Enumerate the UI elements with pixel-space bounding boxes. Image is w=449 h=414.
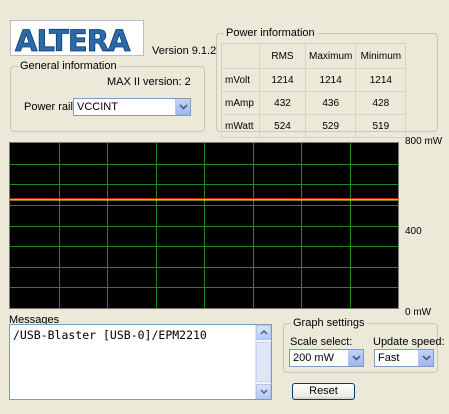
scroll-up-icon[interactable] bbox=[256, 325, 271, 340]
min-value: 519 bbox=[355, 114, 407, 138]
power-rail-select[interactable]: VCCINT bbox=[73, 98, 191, 116]
reset-button[interactable]: Reset bbox=[292, 383, 355, 400]
update-speed-select[interactable]: Fast bbox=[374, 349, 434, 367]
rms-value: 524 bbox=[259, 114, 306, 138]
min-value: 1214 bbox=[355, 68, 407, 92]
message-line: /USB-Blaster [USB-0]/EPM2210 bbox=[13, 328, 207, 342]
max-value: 1214 bbox=[304, 68, 357, 92]
y-axis-mid-label: 400 bbox=[405, 226, 422, 237]
row-label: mWatt bbox=[221, 114, 260, 138]
altera-logo: ALTERA bbox=[10, 20, 144, 56]
update-speed-label: Update speed: bbox=[373, 336, 445, 348]
table-row: mAmp 432 436 428 bbox=[221, 91, 407, 115]
logo-wordmark: ALTERA bbox=[15, 24, 131, 56]
graph-settings-title: Graph settings bbox=[291, 317, 367, 329]
table-row: mVolt 1214 1214 1214 bbox=[221, 68, 407, 92]
version-label: Version 9.1.2 bbox=[152, 45, 217, 57]
row-label: mAmp bbox=[221, 91, 260, 115]
power-rail-value: VCCINT bbox=[77, 101, 118, 113]
scale-select-label: Scale select: bbox=[290, 336, 353, 348]
rms-value: 432 bbox=[259, 91, 306, 115]
column-header-minimum: Minimum bbox=[355, 43, 407, 69]
power-rail-label: Power rail: bbox=[24, 101, 76, 113]
chevron-down-icon[interactable] bbox=[418, 350, 433, 366]
chevron-down-icon[interactable] bbox=[348, 350, 363, 366]
column-header-rms: RMS bbox=[259, 43, 306, 69]
table-header-row: RMS Maximum Minimum bbox=[221, 43, 407, 69]
max-value: 436 bbox=[304, 91, 357, 115]
power-graph-canvas bbox=[10, 143, 398, 308]
power-table: RMS Maximum Minimum mVolt 1214 1214 1214… bbox=[221, 43, 407, 138]
general-information-title: General information bbox=[18, 60, 119, 72]
power-graph bbox=[9, 142, 399, 309]
scale-value: 200 mW bbox=[293, 352, 334, 364]
chevron-down-icon[interactable] bbox=[175, 99, 190, 115]
scroll-down-icon[interactable] bbox=[256, 384, 271, 399]
power-information-title: Power information bbox=[224, 27, 317, 39]
table-corner bbox=[221, 43, 260, 69]
table-row: mWatt 524 529 519 bbox=[221, 114, 407, 138]
update-speed-value: Fast bbox=[378, 352, 400, 364]
row-label: mVolt bbox=[221, 68, 260, 92]
scrollbar-thumb[interactable] bbox=[256, 342, 271, 382]
max-value: 529 bbox=[304, 114, 357, 138]
scale-select[interactable]: 200 mW bbox=[289, 349, 364, 367]
y-axis-top-label: 800 mW bbox=[405, 136, 443, 147]
max-ii-version: MAX II version: 2 bbox=[107, 76, 191, 88]
messages-scrollbar[interactable] bbox=[255, 325, 271, 399]
messages-box[interactable]: /USB-Blaster [USB-0]/EPM2210 bbox=[9, 324, 272, 400]
min-value: 428 bbox=[355, 91, 407, 115]
column-header-maximum: Maximum bbox=[304, 43, 357, 69]
rms-value: 1214 bbox=[259, 68, 306, 92]
y-axis-bottom-label: 0 mW bbox=[405, 307, 432, 318]
